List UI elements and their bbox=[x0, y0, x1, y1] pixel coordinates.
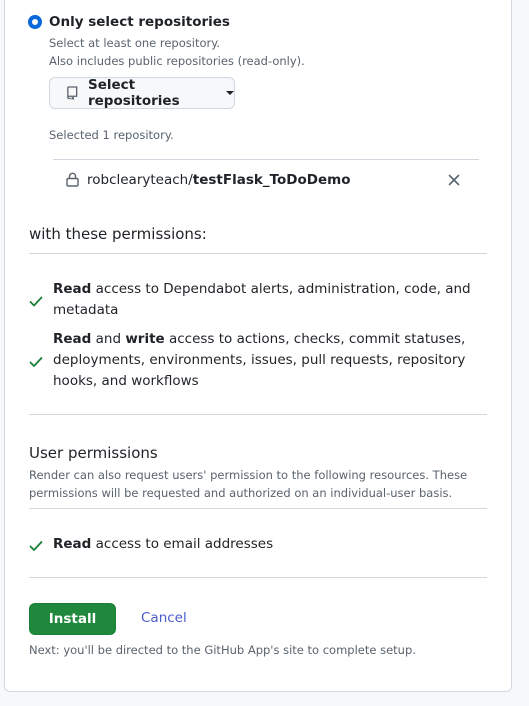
check-icon bbox=[29, 357, 43, 367]
repo-icon bbox=[67, 86, 78, 100]
check-icon bbox=[29, 296, 43, 307]
install-button[interactable]: Install bbox=[29, 603, 116, 635]
permissions-heading: with these permissions: bbox=[29, 225, 207, 243]
only-select-repositories-label[interactable]: Only select repositories bbox=[49, 14, 230, 30]
selected-repo-name: robclearyteach/testFlask_ToDoDemo bbox=[87, 171, 351, 188]
select-repositories-button[interactable]: Select repositories bbox=[49, 77, 235, 109]
next-step-note: Next: you'll be directed to the GitHub A… bbox=[29, 643, 416, 657]
divider bbox=[29, 253, 487, 254]
permission-text: Read access to Dependabot alerts, admini… bbox=[53, 281, 471, 318]
lock-icon bbox=[66, 172, 79, 187]
permission-item-read-write: Read and write access to actions, checks… bbox=[29, 329, 479, 392]
check-icon bbox=[29, 541, 43, 551]
permission-text: Read and write access to actions, checks… bbox=[53, 331, 466, 389]
caret-down-icon bbox=[226, 91, 234, 95]
permission-text: Read access to email addresses bbox=[53, 536, 274, 552]
cancel-link[interactable]: Cancel bbox=[141, 610, 187, 626]
selected-count: Selected 1 repository. bbox=[49, 128, 174, 142]
user-permissions-heading: User permissions bbox=[29, 444, 158, 462]
select-hint: Select at least one repository. bbox=[49, 36, 221, 50]
public-repos-hint: Also includes public repositories (read-… bbox=[49, 54, 305, 68]
divider bbox=[29, 508, 487, 509]
divider bbox=[29, 414, 487, 415]
permission-item-read: Read access to Dependabot alerts, admini… bbox=[29, 279, 479, 321]
remove-repo-icon[interactable] bbox=[448, 174, 460, 186]
select-repositories-label: Select repositories bbox=[87, 77, 180, 109]
user-permissions-description: Render can also request users' permissio… bbox=[29, 468, 468, 500]
user-permission-item-email: Read access to email addresses bbox=[29, 534, 479, 555]
only-select-repositories-radio[interactable] bbox=[28, 15, 42, 29]
selected-repo-row: robclearyteach/testFlask_ToDoDemo bbox=[53, 159, 479, 199]
divider bbox=[29, 577, 487, 578]
